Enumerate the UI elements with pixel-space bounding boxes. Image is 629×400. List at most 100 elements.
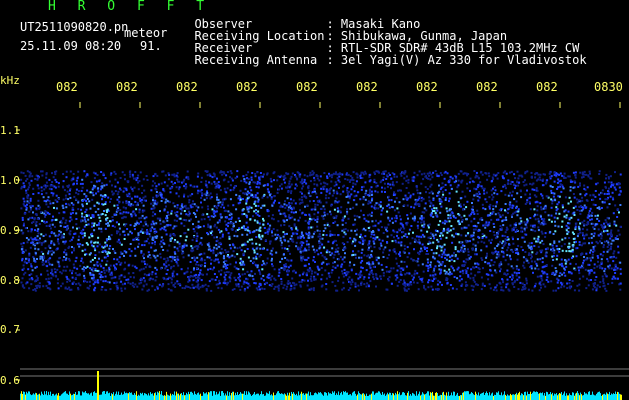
- spectrogram-pixel: [337, 179, 340, 182]
- spectrogram-pixel: [79, 243, 82, 246]
- spectrogram-pixel: [123, 173, 126, 176]
- spectrogram-pixel: [608, 203, 611, 205]
- spectrogram-pixel: [165, 215, 168, 217]
- spectrogram-pixel: [225, 267, 227, 270]
- spectrogram-pixel: [114, 172, 117, 175]
- spectrogram-pixel: [301, 273, 304, 276]
- spectrogram-pixel: [34, 223, 37, 226]
- spectrogram-pixel: [26, 200, 29, 203]
- spectrogram-pixel: [123, 275, 126, 278]
- spectrogram-pixel: [255, 255, 257, 258]
- spectrogram-pixel: [258, 222, 261, 225]
- spectrogram-pixel: [512, 276, 514, 279]
- spectrogram-pixel: [119, 233, 122, 236]
- spectrogram-pixel: [579, 266, 582, 269]
- spectrogram-pixel: [515, 265, 518, 268]
- spectrogram-pixel: [67, 198, 70, 201]
- spectrogram-pixel: [500, 288, 503, 291]
- spectrogram-pixel: [196, 284, 199, 287]
- spectrogram-pixel: [593, 263, 596, 266]
- spectrogram-pixel: [307, 279, 309, 282]
- spectrogram-pixel: [236, 247, 239, 250]
- spectrogram-pixel: [181, 287, 184, 289]
- spectrogram-pixel: [228, 237, 231, 240]
- spectrogram-pixel: [76, 243, 79, 246]
- spectrogram-pixel: [617, 277, 619, 280]
- spectrogram-pixel: [460, 278, 463, 281]
- spectrogram-pixel: [477, 199, 480, 202]
- spectrogram-pixel: [451, 267, 454, 270]
- spectrogram-pixel: [281, 257, 284, 260]
- spectrogram-pixel: [497, 230, 500, 233]
- spectrogram-pixel: [240, 260, 243, 263]
- spectrogram-pixel: [475, 266, 478, 268]
- spectrogram-pixel: [111, 193, 114, 196]
- spectrogram-pixel: [134, 265, 137, 268]
- spectrogram-pixel: [229, 247, 232, 250]
- spectrogram-pixel: [312, 248, 315, 251]
- spectrogram-pixel: [94, 279, 97, 282]
- spectrogram-pixel: [431, 288, 434, 291]
- spectrogram-pixel: [341, 258, 344, 261]
- spectrogram-pixel: [216, 182, 218, 185]
- spectrogram-pixel: [460, 181, 463, 184]
- spectrogram-pixel: [203, 218, 206, 221]
- spectrogram-pixel: [108, 180, 111, 183]
- spectrogram-pixel: [526, 221, 529, 224]
- spectrogram-pixel: [45, 192, 48, 195]
- spectrogram-pixel: [243, 178, 246, 181]
- spectrogram-pixel: [63, 242, 66, 245]
- spectrogram-pixel: [337, 279, 340, 282]
- spectrogram-pixel: [325, 234, 328, 237]
- spectrogram-pixel: [68, 193, 71, 196]
- spectrogram-pixel: [293, 207, 295, 210]
- spectrogram-pixel: [100, 227, 103, 230]
- spectrogram-pixel: [242, 252, 245, 255]
- spectrogram-pixel: [134, 247, 137, 250]
- spectrogram-pixel: [426, 265, 429, 267]
- spectrogram-pixel: [508, 203, 511, 206]
- spectrogram-pixel: [172, 227, 175, 230]
- spectrogram-pixel: [316, 200, 319, 203]
- spectrogram-pixel: [156, 174, 159, 177]
- spectrogram-pixel: [365, 219, 368, 222]
- spectrogram-pixel: [61, 259, 64, 262]
- spectrogram-pixel: [348, 197, 351, 200]
- spectrogram-pixel: [476, 186, 479, 189]
- spectrogram-pixel: [30, 273, 33, 276]
- spectrogram-pixel: [181, 245, 184, 248]
- spectrogram-pixel: [235, 261, 237, 264]
- spectrogram-pixel: [441, 234, 444, 237]
- spectrogram-pixel: [445, 236, 448, 239]
- spectrogram-pixel: [125, 202, 128, 205]
- spectrogram-pixel: [345, 274, 348, 277]
- spectrogram-pixel: [305, 240, 308, 243]
- spectrogram-pixel: [580, 209, 583, 212]
- spectrogram-pixel: [188, 210, 190, 213]
- spectrogram-pixel: [37, 187, 40, 190]
- spectrogram-pixel: [461, 269, 464, 272]
- spectrogram-pixel: [253, 230, 256, 233]
- spectrogram-pixel: [280, 241, 283, 244]
- spectrogram-pixel: [28, 202, 31, 204]
- spectrogram-pixel: [250, 193, 253, 196]
- spectrogram-pixel: [81, 205, 84, 208]
- spectrogram-pixel: [31, 175, 34, 178]
- spectrogram-pixel: [243, 263, 246, 266]
- spectrogram-pixel: [203, 198, 206, 201]
- spectrogram-pixel: [147, 274, 150, 277]
- spectrogram-pixel: [408, 272, 411, 275]
- spectrogram-pixel: [542, 173, 545, 176]
- spectrogram-pixel: [183, 224, 186, 227]
- spectrogram-pixel: [287, 266, 290, 269]
- spectrogram-pixel: [81, 212, 84, 215]
- spectrogram-pixel: [239, 279, 242, 282]
- spectrogram-pixel: [488, 205, 491, 208]
- spectrogram-pixel: [371, 220, 374, 223]
- spectrogram-pixel: [307, 269, 310, 272]
- spectrogram-pixel: [252, 278, 255, 281]
- spectrogram-pixel: [192, 228, 195, 230]
- spectrogram-pixel: [130, 250, 133, 253]
- spectrogram-pixel: [541, 249, 544, 252]
- spectrogram-pixel: [459, 197, 462, 200]
